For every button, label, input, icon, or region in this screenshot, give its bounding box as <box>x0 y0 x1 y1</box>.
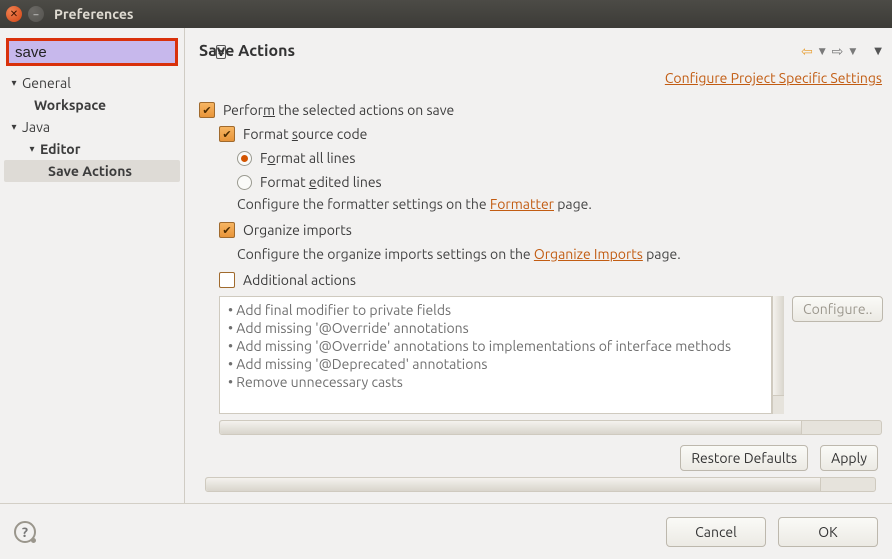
perform-on-save-label: Perform the selected actions on save <box>223 102 454 118</box>
formatter-helper-text: Configure the formatter settings on the … <box>237 196 882 212</box>
tree-label: Java <box>22 119 50 135</box>
help-icon[interactable]: ? <box>14 521 36 543</box>
tree-item-save-actions[interactable]: Save Actions <box>4 160 180 182</box>
page-horizontal-scrollbar[interactable] <box>205 477 876 492</box>
additional-actions-checkbox[interactable] <box>219 272 235 288</box>
chevron-down-icon: ▾ <box>8 121 20 133</box>
chevron-down-icon: ▾ <box>8 77 20 89</box>
tree-item-editor[interactable]: ▾ Editor <box>4 138 180 160</box>
additional-actions-list: Add final modifier to private fields Add… <box>219 296 772 414</box>
configure-button[interactable]: Configure.. <box>792 296 883 322</box>
organize-helper-text: Configure the organize imports settings … <box>237 246 882 262</box>
format-all-lines-label: Format all lines <box>260 150 355 166</box>
tree-label: Workspace <box>34 97 106 113</box>
view-menu-icon[interactable]: ▼ <box>874 45 882 57</box>
organize-imports-label: Organize imports <box>243 222 352 238</box>
tree-item-java[interactable]: ▾ Java <box>4 116 180 138</box>
window-title: Preferences <box>54 6 134 22</box>
titlebar: ✕ – Preferences <box>0 0 892 28</box>
dialog-footer: ? Cancel OK <box>0 503 892 559</box>
nav-back-icon[interactable]: ⇦ <box>801 43 813 60</box>
nav-back-menu-icon[interactable]: ▼ <box>819 46 826 57</box>
tree-item-general[interactable]: ▾ General <box>4 72 180 94</box>
additional-actions-label: Additional actions <box>243 272 356 288</box>
list-vertical-scrollbar[interactable] <box>772 296 784 414</box>
list-item: Add final modifier to private fields <box>228 301 763 319</box>
configure-project-settings-link[interactable]: Configure Project Specific Settings <box>665 70 882 86</box>
list-item: Remove unnecessary casts <box>228 373 763 391</box>
formatter-link[interactable]: Formatter <box>490 196 554 212</box>
preferences-tree: ▾ General Workspace ▾ Java ▾ Editor Save… <box>0 72 184 503</box>
nav-forward-icon[interactable]: ⇨ <box>832 43 844 60</box>
perform-on-save-checkbox[interactable] <box>199 102 215 118</box>
list-item: Add missing '@Override' annotations to i… <box>228 337 763 355</box>
list-horizontal-scrollbar[interactable] <box>219 420 882 435</box>
page-title: Save Actions <box>199 42 295 60</box>
cancel-button[interactable]: Cancel <box>666 517 766 547</box>
tree-label: General <box>22 75 71 91</box>
organize-imports-checkbox[interactable] <box>219 222 235 238</box>
window-close-button[interactable]: ✕ <box>6 6 22 22</box>
main-pane: Save Actions ⇦ ▼ ⇨ ▼ ▼ Configure Project… <box>185 28 892 503</box>
organize-imports-link[interactable]: Organize Imports <box>534 246 643 262</box>
format-edited-lines-label: Format edited lines <box>260 174 382 190</box>
format-edited-lines-radio[interactable] <box>237 175 252 190</box>
tree-label: Editor <box>40 141 80 157</box>
tree-label: Save Actions <box>48 163 132 179</box>
nav-arrows: ⇦ ▼ ⇨ ▼ ▼ <box>801 43 882 60</box>
format-all-lines-radio[interactable] <box>237 151 252 166</box>
format-source-label: Format source code <box>243 126 367 142</box>
chevron-down-icon: ▾ <box>26 143 38 155</box>
list-item: Add missing '@Override' annotations <box>228 319 763 337</box>
nav-forward-menu-icon[interactable]: ▼ <box>849 46 856 57</box>
apply-button[interactable]: Apply <box>820 445 878 471</box>
format-source-checkbox[interactable] <box>219 126 235 142</box>
sidebar: ✕ ▾ General Workspace ▾ Java ▾ Editor Sa… <box>0 28 185 503</box>
restore-defaults-button[interactable]: Restore Defaults <box>680 445 808 471</box>
search-box: ✕ <box>6 38 178 66</box>
ok-button[interactable]: OK <box>778 517 878 547</box>
tree-item-workspace[interactable]: Workspace <box>4 94 180 116</box>
list-item: Add missing '@Deprecated' annotations <box>228 355 763 373</box>
window-minimize-button[interactable]: – <box>28 6 44 22</box>
